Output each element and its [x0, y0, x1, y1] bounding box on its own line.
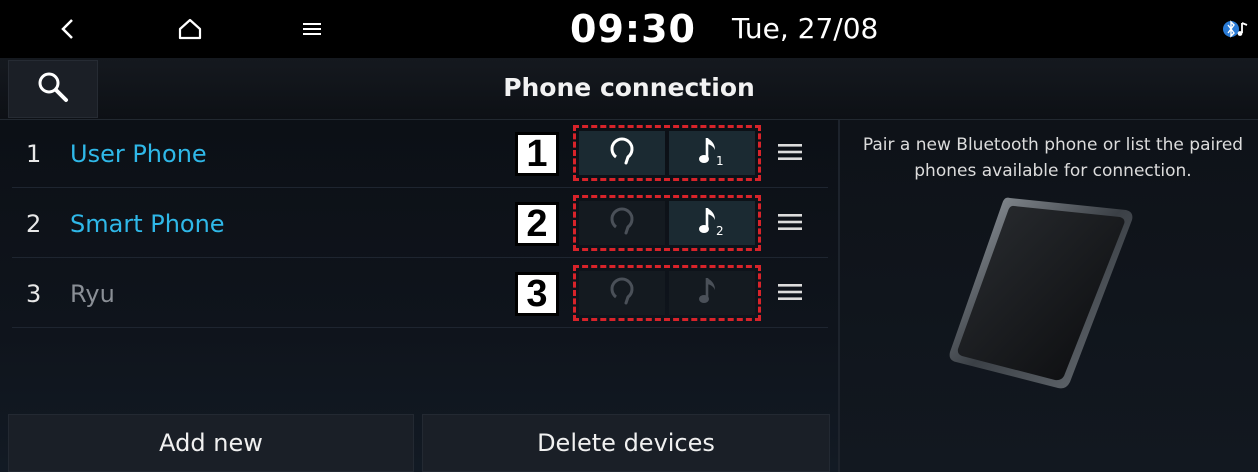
handsfree-call-button[interactable]	[579, 271, 665, 315]
device-index: 1	[26, 140, 42, 168]
title-bar: Phone connection	[0, 58, 1258, 120]
device-name[interactable]: User Phone	[70, 120, 207, 188]
handsfree-call-button[interactable]	[579, 131, 665, 175]
music-note-icon	[695, 274, 729, 312]
date: Tue, 27/08	[732, 12, 879, 45]
connection-buttons	[573, 265, 761, 321]
hamburger-menu-icon	[777, 142, 803, 166]
hamburger-menu-icon	[777, 282, 803, 306]
device-index: 2	[26, 210, 42, 238]
music-note-icon: 1	[695, 134, 729, 172]
callout-label: 1	[515, 132, 559, 176]
callout-label: 2	[515, 202, 559, 246]
device-row-3[interactable]: 3 Ryu 3	[12, 260, 828, 328]
audio-streaming-button[interactable]	[669, 271, 755, 315]
back-icon[interactable]	[48, 0, 88, 58]
page-title: Phone connection	[503, 73, 755, 102]
audio-slot-label: 1	[716, 154, 724, 168]
audio-streaming-button[interactable]: 1	[669, 131, 755, 175]
home-icon[interactable]	[168, 0, 212, 58]
bluetooth-audio-icon	[1216, 0, 1256, 58]
info-panel: Pair a new Bluetooth phone or list the p…	[838, 120, 1258, 472]
search-icon	[36, 70, 70, 108]
info-description: Pair a new Bluetooth phone or list the p…	[862, 135, 1244, 181]
connection-buttons: 2	[573, 195, 761, 251]
clock: 09:30	[570, 7, 696, 51]
callout-label: 3	[515, 272, 559, 316]
connection-buttons: 1	[573, 125, 761, 181]
audio-streaming-button[interactable]: 2	[669, 201, 755, 245]
device-row-1[interactable]: 1 User Phone 1 1	[12, 120, 828, 188]
add-new-button[interactable]: Add new	[8, 414, 414, 472]
delete-devices-button[interactable]: Delete devices	[422, 414, 830, 472]
handsfree-call-icon	[607, 135, 637, 171]
device-row-2[interactable]: 2 Smart Phone 2 2	[12, 190, 828, 258]
phone-illustration	[940, 190, 1140, 394]
search-button[interactable]	[8, 60, 98, 118]
hamburger-menu-icon	[777, 212, 803, 236]
device-index: 3	[26, 280, 42, 308]
menu-icon[interactable]	[292, 0, 332, 58]
row-menu-button[interactable]	[772, 260, 808, 328]
row-menu-button[interactable]	[772, 190, 808, 258]
row-menu-button[interactable]	[772, 120, 808, 188]
music-note-icon: 2	[695, 204, 729, 242]
handsfree-call-icon	[607, 205, 637, 241]
audio-slot-label: 2	[716, 224, 724, 238]
handsfree-call-button[interactable]	[579, 201, 665, 245]
handsfree-call-icon	[607, 275, 637, 311]
status-bar: 09:30 Tue, 27/08	[0, 0, 1258, 58]
device-name[interactable]: Ryu	[70, 260, 115, 328]
device-name[interactable]: Smart Phone	[70, 190, 225, 258]
